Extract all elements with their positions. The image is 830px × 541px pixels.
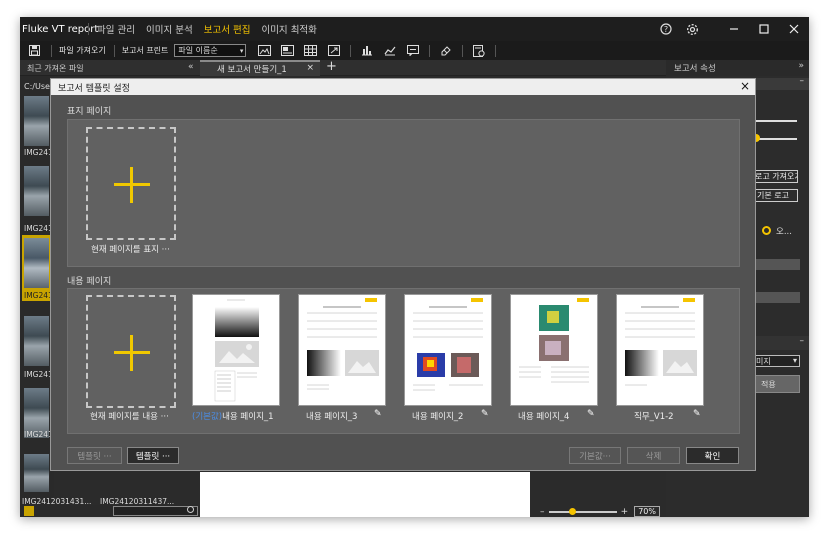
folder-path: C:/Use [24, 82, 50, 91]
sort-select[interactable]: 파일 이름순 ▾ [174, 44, 247, 57]
close-tab-icon[interactable]: × [306, 63, 314, 73]
close-window-button[interactable] [779, 17, 809, 41]
apply-button[interactable]: 적용 [752, 375, 800, 393]
panel-header-row: 최근 가져온 파일 « 새 보고서 만들기_1 × + 보고서 속성 » [20, 59, 809, 76]
image-caption-icon[interactable] [279, 44, 296, 58]
option-label: 오... [776, 227, 792, 237]
file-label: IMG241 [24, 291, 53, 300]
recent-files-panel: C:/Use IMG241 IMG241 IMG241 IMG241 IMG24… [20, 76, 54, 517]
title-bar: Fluke VT report 파일 관리 이미지 분석 보고서 편집 이미지 … [20, 17, 809, 41]
eraser-icon[interactable] [437, 44, 454, 58]
file-thumbnail[interactable] [24, 454, 49, 492]
help-icon[interactable]: ? [653, 17, 679, 41]
file-thumbnail-selected[interactable] [24, 238, 49, 288]
dialog-title-bar: 보고서 템플릿 설정 × [51, 79, 755, 95]
file-label: IMG241 [24, 148, 53, 157]
maximize-button[interactable] [749, 17, 779, 41]
app-title: Fluke VT report [22, 23, 99, 35]
bottom-file-1: IMG2412031431... [22, 497, 92, 506]
file-label: IMG241 [24, 430, 53, 439]
template-page-5[interactable] [616, 294, 704, 406]
image-frame-icon[interactable] [256, 44, 273, 58]
edit-icon[interactable]: ✎ [693, 409, 701, 419]
add-tab-button[interactable]: + [326, 59, 337, 74]
template-export-button[interactable]: 템플릿 ··· [127, 447, 179, 464]
collapse-left-button[interactable]: « [188, 62, 194, 72]
menu-file-manage[interactable]: 파일 관리 [97, 22, 135, 36]
minimize-button[interactable] [719, 17, 749, 41]
cover-section: 현재 페이지를 표지 ··· [67, 119, 740, 267]
add-content-label: 현재 페이지를 내용 ··· [90, 412, 169, 422]
template-page-4[interactable] [510, 294, 598, 406]
dialog-close-button[interactable]: × [740, 79, 750, 93]
bottom-file-2: IMG24120311437... [100, 497, 175, 506]
save-icon[interactable] [26, 44, 43, 58]
file-thumbnail[interactable] [24, 166, 49, 216]
content-section: 현재 페이지를 내용 ··· (기본값)내용 페이지_1 내용 페이지_3 ✎ … [67, 288, 740, 434]
template-settings-icon[interactable] [470, 44, 487, 58]
file-label: IMG241 [24, 224, 53, 233]
search-icon [187, 506, 194, 513]
menu-image-analysis[interactable]: 이미지 분석 [146, 22, 193, 36]
template-page-2-label: 내용 페이지_3 [306, 412, 358, 422]
zoom-control: – + 70% [540, 506, 660, 517]
content-section-label: 내용 페이지 [67, 277, 112, 287]
default-button[interactable]: 기본값··· [569, 447, 621, 464]
dropdown-select[interactable]: 미지 ▾ [752, 355, 800, 367]
cover-section-label: 표지 페이지 [67, 107, 112, 117]
menu-report-edit[interactable]: 보고서 편집 [204, 22, 251, 36]
ok-button[interactable]: 확인 [686, 447, 739, 464]
grid-view-icon[interactable] [24, 506, 34, 516]
dialog-title: 보고서 템플릿 설정 [58, 84, 130, 94]
bar-chart-icon[interactable] [358, 44, 375, 58]
add-cover-slot[interactable] [86, 127, 176, 240]
edit-icon[interactable]: ✎ [481, 409, 489, 419]
report-canvas[interactable] [200, 472, 530, 517]
template-page-2[interactable] [298, 294, 386, 406]
print-report-button[interactable]: 보고서 프린트 [122, 45, 169, 56]
add-content-slot[interactable] [86, 295, 176, 408]
file-thumbnail[interactable] [24, 96, 49, 146]
report-props-header: 보고서 속성 » [666, 60, 809, 76]
edit-icon[interactable]: ✎ [374, 409, 382, 419]
menu-image-optimize[interactable]: 이미지 최적화 [261, 22, 316, 36]
option-radio[interactable] [762, 226, 771, 235]
import-file-button[interactable]: 파일 가져오기 [59, 45, 106, 56]
slider-track[interactable] [752, 120, 797, 122]
collapse-right-button[interactable]: » [798, 61, 804, 71]
comment-icon[interactable] [404, 44, 421, 58]
bottom-strip [20, 505, 200, 517]
delete-button[interactable]: 삭제 [627, 447, 680, 464]
default-logo-button[interactable]: 기본 로고 [752, 189, 798, 202]
tab-new-report[interactable]: 새 보고서 만들기_1 × [200, 60, 320, 76]
template-page-4-label: 내용 페이지_4 [518, 412, 570, 422]
template-page-1[interactable] [192, 294, 280, 406]
line-chart-icon[interactable] [381, 44, 398, 58]
zoom-slider[interactable] [548, 507, 617, 515]
template-page-5-label: 직무_V1-2 [634, 412, 674, 422]
template-settings-dialog: 보고서 템플릿 설정 × 표지 페이지 현재 페이지를 표지 ··· 내용 페이… [50, 78, 756, 471]
zoom-level[interactable]: 70% [634, 506, 660, 517]
template-import-button[interactable]: 템플릿 ··· [67, 447, 122, 464]
template-page-1-label: (기본값)내용 페이지_1 [192, 412, 274, 422]
export-icon[interactable] [325, 44, 342, 58]
add-cover-label: 현재 페이지를 표지 ··· [91, 245, 170, 255]
toolbar: 파일 가져오기 보고서 프린트 파일 이름순 ▾ [20, 41, 809, 60]
import-logo-button[interactable]: 로고 가져오기 [752, 170, 798, 183]
template-page-3[interactable] [404, 294, 492, 406]
search-input[interactable] [113, 506, 198, 516]
file-label: IMG241 [24, 370, 53, 379]
edit-icon[interactable]: ✎ [587, 409, 595, 419]
template-page-3-label: 내용 페이지_2 [412, 412, 464, 422]
gear-icon[interactable] [679, 17, 705, 41]
default-tag: (기본값) [192, 412, 223, 422]
table-icon[interactable] [302, 44, 319, 58]
recent-files-header: 최근 가져온 파일 [27, 64, 84, 73]
svg-text:?: ? [664, 25, 668, 34]
file-thumbnail[interactable] [24, 316, 49, 366]
